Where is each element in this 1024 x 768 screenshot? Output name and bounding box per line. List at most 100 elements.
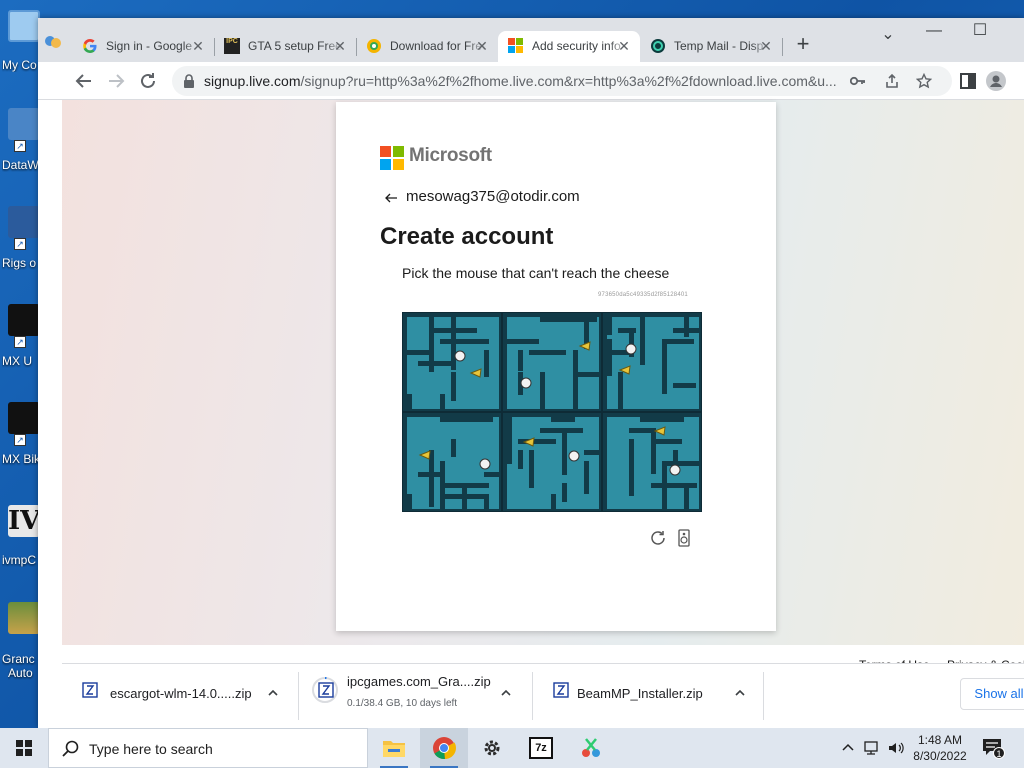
taskbar-settings[interactable]: [468, 728, 516, 768]
taskbar-7zip[interactable]: 7z: [517, 728, 565, 768]
app-icon: [8, 304, 40, 336]
audio-captcha-icon[interactable]: [677, 529, 691, 547]
captcha-challenge-id: 973650da5c49335d2f85128401: [598, 292, 688, 298]
desktop-icon-mx-unleashed[interactable]: ↗ MX U: [0, 304, 40, 384]
tab-title: Download for Free: [390, 39, 486, 53]
desktop-icon-mx-bikes[interactable]: ↗ MX Bik: [0, 402, 40, 482]
taskbar-search-box[interactable]: Type here to search: [48, 728, 368, 768]
minimize-button[interactable]: —: [914, 22, 954, 46]
maze-tile[interactable]: [502, 412, 602, 512]
back-arrow-icon[interactable]: [383, 190, 399, 206]
maze-tile[interactable]: [602, 312, 702, 412]
google-icon: [83, 39, 97, 53]
maze-tile[interactable]: [402, 312, 502, 412]
new-tab-button[interactable]: +: [791, 33, 815, 57]
download-filename: BeamMP_Installer.zip: [577, 686, 703, 701]
maze-image: [403, 413, 501, 511]
desktop-icon-label: MX U: [2, 354, 32, 368]
forward-arrow-icon[interactable]: [104, 69, 128, 93]
profile-avatar-icon[interactable]: [984, 69, 1008, 93]
maze-tile[interactable]: [602, 412, 702, 512]
chrome-icon: [433, 737, 456, 760]
maze-image: [503, 313, 601, 411]
back-arrow-icon[interactable]: [72, 69, 96, 93]
taskbar-file-explorer[interactable]: [370, 728, 418, 768]
address-bar[interactable]: signup.live.com/signup?ru=http%3a%2f%2fh…: [172, 66, 952, 96]
download-item[interactable]: escargot-wlm-14.0.....zip: [62, 664, 298, 729]
desktop-icon-rigs-of-rods[interactable]: ↗ Rigs o: [0, 206, 40, 286]
reload-icon[interactable]: [136, 69, 160, 93]
tab-close-icon[interactable]: ✕: [190, 38, 206, 54]
folder-icon: [383, 741, 405, 757]
shortcut-arrow-icon: ↗: [14, 434, 26, 446]
desktop-icon-label: DataW: [2, 158, 39, 172]
download-item[interactable]: BeamMP_Installer.zip: [533, 664, 763, 729]
maze-tile[interactable]: [502, 312, 602, 412]
maximize-button[interactable]: ☐: [960, 20, 1000, 44]
gta-icon: [8, 602, 40, 634]
tab-sign-in-google[interactable]: Sign in - Google ✕: [72, 31, 214, 62]
desktop-icon-grand-theft-auto[interactable]: Granc Auto: [0, 600, 40, 680]
7zip-icon: 7z: [529, 737, 553, 759]
tab-close-icon[interactable]: ✕: [474, 38, 490, 54]
tab-close-icon[interactable]: ✕: [616, 38, 632, 54]
tab-title: Add security info: [532, 39, 621, 53]
tab-temp-mail[interactable]: Temp Mail - Disp ✕: [640, 31, 782, 62]
tab-search-icon[interactable]: [42, 31, 64, 53]
chevron-up-icon[interactable]: [733, 686, 747, 700]
mouse-icon: [454, 350, 466, 362]
mouse-icon: [568, 450, 580, 462]
share-icon[interactable]: [884, 73, 900, 89]
mouse-icon: [669, 464, 681, 476]
side-panel-icon[interactable]: [956, 69, 980, 93]
show-all-downloads-button[interactable]: Show all: [960, 678, 1024, 710]
network-icon[interactable]: [862, 738, 882, 758]
download-filename: ipcgames.com_Gra....zip: [347, 674, 491, 689]
bookmark-star-icon[interactable]: [916, 73, 932, 89]
tab-title: GTA 5 setup Free: [248, 39, 342, 53]
maze-tile[interactable]: [402, 412, 502, 512]
tab-close-icon[interactable]: ✕: [332, 38, 348, 54]
tab-strip: Sign in - Google ✕ IPC GTA 5 setup Free …: [38, 18, 1024, 62]
lock-icon[interactable]: [183, 74, 195, 88]
downloads-bar: escargot-wlm-14.0.....zip ipcgames.com_G…: [62, 663, 1024, 728]
taskbar-snipping-tool[interactable]: [567, 728, 615, 768]
zip-file-icon: [318, 682, 334, 698]
chevron-up-icon[interactable]: [266, 686, 280, 700]
taskbar-chrome[interactable]: [420, 728, 468, 768]
tab-divider: [782, 38, 783, 56]
zip-file-icon: [553, 682, 569, 698]
chevron-up-icon[interactable]: [499, 686, 513, 700]
key-icon[interactable]: [850, 74, 866, 88]
search-icon: [62, 740, 79, 757]
temp-mail-icon: [651, 39, 665, 53]
tab-add-security-info[interactable]: Add security info ✕: [498, 31, 640, 62]
desktop-icon-my-computer[interactable]: My Co: [0, 10, 40, 90]
desktop-icon-label: Rigs o: [2, 256, 37, 270]
maze-image: [603, 313, 701, 411]
search-placeholder: Type here to search: [89, 741, 213, 757]
download-site-icon: [367, 39, 381, 53]
tab-close-icon[interactable]: ✕: [758, 38, 774, 54]
desktop-icon-datawrapper[interactable]: ↗ DataW: [0, 108, 40, 188]
download-item[interactable]: ipcgames.com_Gra....zip 0.1/38.4 GB, 10 …: [299, 664, 532, 729]
shortcut-arrow-icon: ↗: [14, 336, 26, 348]
clock-date: 8/30/2022: [913, 749, 967, 763]
url-text: signup.live.com/signup?ru=http%3a%2f%2fh…: [204, 73, 837, 89]
tab-download-for-free[interactable]: Download for Free ✕: [356, 31, 498, 62]
account-identity: mesowag375@otodir.com: [406, 188, 580, 205]
chevron-up-icon[interactable]: [838, 738, 858, 758]
web-page: Microsoft mesowag375@otodir.com Create a…: [62, 100, 1024, 672]
desktop-icon-ivmp[interactable]: IV ivmpC: [0, 505, 40, 585]
refresh-captcha-icon[interactable]: [649, 529, 667, 547]
captcha-prompt: Pick the mouse that can't reach the chee…: [402, 265, 670, 281]
tab-gta5-setup[interactable]: IPC GTA 5 setup Free ✕: [214, 31, 356, 62]
taskbar: Type here to search 7z 1:48 AM 8/30/2022: [0, 728, 1024, 768]
windows-start-icon[interactable]: [0, 728, 48, 768]
tab-title: Temp Mail - Disp: [674, 39, 764, 53]
captcha-maze-grid: [402, 312, 702, 512]
app-icon: [8, 206, 40, 238]
system-clock[interactable]: 1:48 AM 8/30/2022: [900, 732, 980, 764]
notification-center-button[interactable]: 1: [980, 736, 1006, 760]
tab-list-chevron-icon[interactable]: ⌄: [868, 24, 908, 48]
